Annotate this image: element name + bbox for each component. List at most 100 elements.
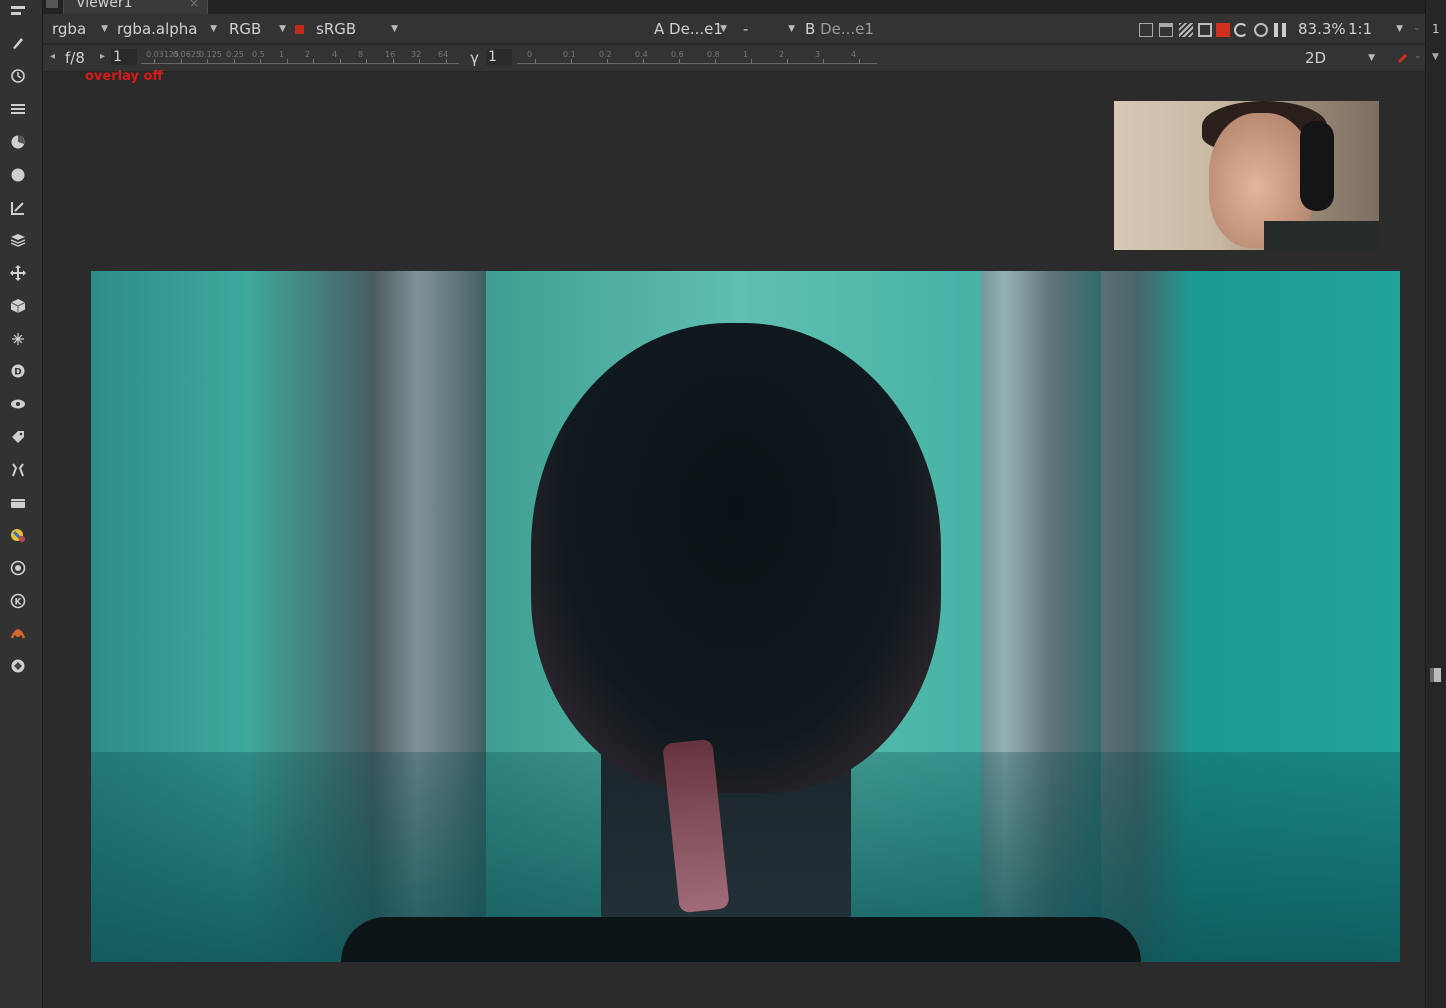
viewer-canvas[interactable]: overlay off xyxy=(44,69,1425,1008)
roi-icon[interactable] xyxy=(1139,23,1153,37)
nodegraph-icon[interactable] xyxy=(9,2,27,20)
gamma-tick xyxy=(643,59,644,63)
gamma-tick-label: 0.1 xyxy=(563,50,576,59)
pane-menu-icon[interactable] xyxy=(46,0,58,8)
view-mode-dropdown[interactable]: 2D ▼ xyxy=(1305,49,1375,68)
chevron-down-icon: ▼ xyxy=(1396,24,1403,34)
chevron-down-icon: ▼ xyxy=(391,24,398,34)
panel-number: 1 xyxy=(1432,22,1440,36)
zoom-readout: 83.3% xyxy=(1298,20,1346,39)
checker-icon[interactable] xyxy=(1179,23,1193,37)
input-b-dropdown[interactable]: B De...e1 xyxy=(805,20,880,39)
viewer-lut-value: sRGB xyxy=(316,20,357,38)
gamma-field[interactable]: 1 xyxy=(486,49,512,65)
other-icon[interactable] xyxy=(9,494,27,512)
gain-tick xyxy=(207,59,208,63)
gain-tick xyxy=(366,59,367,63)
compare-mode-dropdown[interactable]: - ▼ xyxy=(743,20,795,39)
gamma-tick xyxy=(715,59,716,63)
gamma-tick-label: 0.4 xyxy=(635,50,648,59)
gamma-tick-label: 0.2 xyxy=(599,50,612,59)
gamma-tick xyxy=(751,59,752,63)
pause-icon[interactable] xyxy=(1274,23,1286,37)
chevron-down-icon: ▼ xyxy=(101,24,108,34)
viewer-image[interactable] xyxy=(91,271,1400,962)
display-channels-dropdown[interactable]: RGB ▼ xyxy=(229,20,286,39)
3d-icon[interactable] xyxy=(9,297,27,315)
chevron-down-icon[interactable]: ▼ xyxy=(1432,52,1439,62)
layer-dropdown[interactable]: rgba ▼ xyxy=(52,20,108,39)
ocio-icon[interactable] xyxy=(9,559,27,577)
metadata-icon[interactable] xyxy=(9,428,27,446)
input-a-label: A xyxy=(654,20,665,38)
gain-tick-label: 2 xyxy=(305,50,311,59)
gain-increase-icon[interactable]: ▸ xyxy=(100,51,105,62)
fstop-label[interactable]: f/8 xyxy=(65,49,85,67)
window-icon[interactable] xyxy=(1159,23,1173,37)
close-icon[interactable]: × xyxy=(189,0,199,11)
gain-field[interactable]: 1 xyxy=(111,49,137,65)
overlay-status: overlay off xyxy=(85,69,163,84)
gain-tick xyxy=(154,59,155,63)
chevron-down-icon: ▼ xyxy=(788,24,795,34)
channel-icon[interactable] xyxy=(9,100,27,118)
gamma-tick-label: 2 xyxy=(779,50,785,59)
svg-text:K: K xyxy=(15,598,23,608)
paint-icon[interactable] xyxy=(9,34,27,52)
keyer-icon[interactable] xyxy=(9,199,27,217)
particles-icon[interactable] xyxy=(9,330,27,348)
gain-slider[interactable]: 0.03125 0.0625 0.125 0.25 0.5 1 2 4 8 16 32 64 xyxy=(141,50,459,64)
zoom-value: 83.3% xyxy=(1298,20,1346,38)
tab-viewer-label: Viewer1 xyxy=(76,0,133,11)
input-process-icon[interactable] xyxy=(295,25,304,34)
gain-tick xyxy=(260,59,261,63)
target-icon[interactable] xyxy=(1254,23,1268,37)
gain-tick-label: 1 xyxy=(279,50,285,59)
gamma-tick-label: 0.8 xyxy=(707,50,720,59)
gamma-label: γ xyxy=(470,49,479,67)
gain-tick xyxy=(287,59,288,63)
gamma-slider[interactable]: 0 0.1 0.2 0.4 0.6 0.8 1 2 3 4 xyxy=(517,50,877,64)
furnace-icon[interactable] xyxy=(9,526,27,544)
viewer-lut-dropdown[interactable]: sRGB ▼ xyxy=(316,20,398,39)
input-b-value: De...e1 xyxy=(820,20,874,38)
refresh-icon[interactable] xyxy=(1234,23,1248,37)
merge-icon[interactable] xyxy=(9,231,27,249)
gamma-tick xyxy=(787,59,788,63)
gamma-tick xyxy=(571,59,572,63)
deep-icon[interactable]: D xyxy=(9,362,27,380)
splitter-handle-icon[interactable] xyxy=(1430,668,1441,682)
filter-icon[interactable] xyxy=(9,166,27,184)
gamma-tick xyxy=(823,59,824,63)
gamma-tick xyxy=(679,59,680,63)
gamma-tick xyxy=(535,59,536,63)
alpha-dropdown[interactable]: rgba.alpha ▼ xyxy=(117,20,217,39)
color-icon[interactable] xyxy=(9,133,27,151)
viewer-controls-bottom: ◂ f/8 ▸ 1 0.03125 0.0625 0.125 0.25 0.5 1 2 4 8 1… xyxy=(43,45,1425,72)
transform-icon[interactable] xyxy=(9,264,27,282)
expand-icon[interactable]: ⌄ xyxy=(1413,23,1421,33)
views-icon[interactable] xyxy=(9,395,27,413)
gain-tick xyxy=(313,59,314,63)
input-a-value: De...e1 xyxy=(669,20,723,38)
time-icon[interactable] xyxy=(9,67,27,85)
tab-bar: Viewer1 × xyxy=(43,0,1425,14)
paint-brush-icon[interactable] xyxy=(1392,48,1408,64)
gain-decrease-icon[interactable]: ◂ xyxy=(50,51,55,62)
bokeh-icon[interactable] xyxy=(9,624,27,642)
toolsets-icon[interactable] xyxy=(9,461,27,479)
plugins-icon[interactable] xyxy=(9,657,27,675)
clipping-icon[interactable] xyxy=(1216,23,1230,37)
input-a-dropdown[interactable]: A De...e1 ▼ xyxy=(654,20,729,39)
gamma-tick-label: 3 xyxy=(815,50,821,59)
input-b-label: B xyxy=(805,20,816,38)
node-toolbar: D K xyxy=(0,0,43,1008)
tab-viewer[interactable]: Viewer1 × xyxy=(63,0,208,14)
overlay-icon[interactable] xyxy=(1198,23,1212,37)
gamma-tick xyxy=(859,59,860,63)
gamma-tick-label: 4 xyxy=(851,50,857,59)
proxy-dropdown[interactable]: 1:1 ▼ xyxy=(1348,20,1403,39)
expand-icon[interactable]: ⌄ xyxy=(1414,51,1422,61)
keylight-icon[interactable]: K xyxy=(9,592,27,610)
gain-tick-label: 4 xyxy=(332,50,338,59)
